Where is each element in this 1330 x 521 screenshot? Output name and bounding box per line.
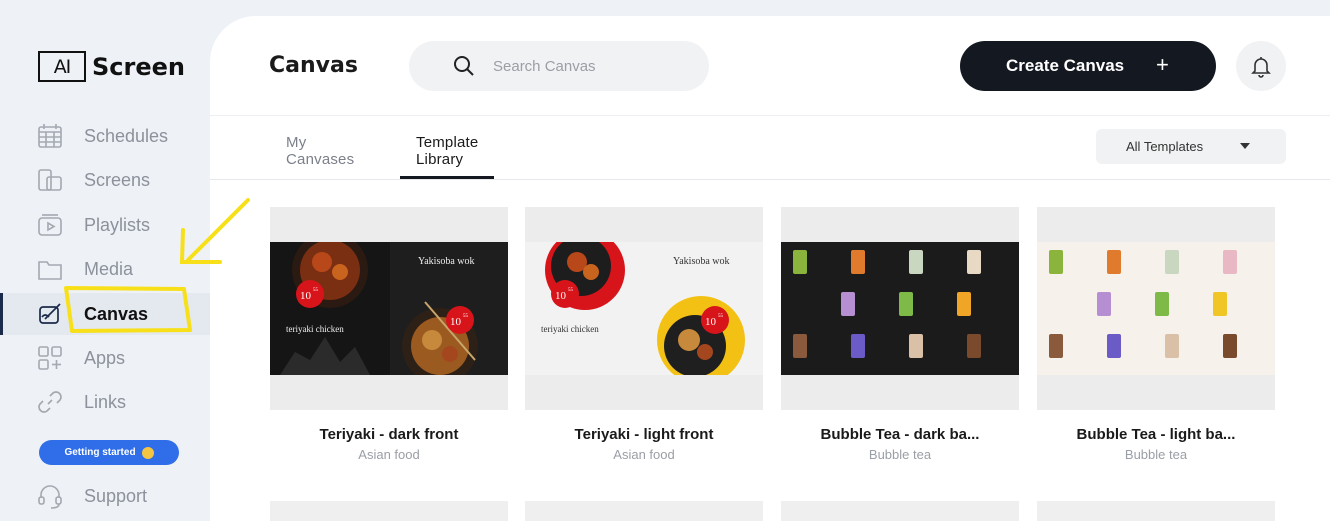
template-card-placeholder — [781, 501, 1019, 521]
chevron-down-icon — [1240, 143, 1250, 149]
sidebar-item-apps[interactable]: Apps — [0, 337, 210, 379]
header-divider — [210, 115, 1330, 116]
template-title: Bubble Tea - light ba... — [1076, 426, 1236, 443]
sidebar-item-label: Apps — [84, 347, 126, 368]
price-cents: 55 — [568, 288, 574, 293]
screens-icon — [38, 169, 62, 191]
getting-started-button[interactable]: Getting started — [39, 440, 179, 465]
price-label: 10 — [555, 290, 567, 302]
price-cents: 55 — [463, 314, 469, 319]
price-cents: 55 — [718, 314, 724, 319]
search-icon — [454, 56, 474, 76]
calendar-icon — [38, 124, 62, 148]
search-bar[interactable] — [409, 41, 709, 91]
price-cents: 55 — [313, 288, 319, 293]
bell-icon — [1251, 57, 1271, 78]
template-card-placeholder — [270, 501, 508, 521]
template-subheading: teriyaki chicken — [286, 324, 344, 334]
create-canvas-label: Create Canvas — [1006, 56, 1125, 75]
template-filter-dropdown[interactable]: All Templates — [1096, 129, 1286, 164]
app-logo[interactable]: AI Screen — [38, 51, 185, 82]
sidebar-item-schedules[interactable]: Schedules — [0, 115, 210, 157]
plus-icon: + — [1156, 52, 1169, 77]
price-label: 10 — [300, 290, 312, 302]
template-category: Bubble tea — [1124, 447, 1188, 462]
sidebar-item-label: Screens — [84, 169, 151, 190]
template-card[interactable]: Bubble Tea - dark ba... Bubble tea — [781, 207, 1019, 483]
template-category: Bubble tea — [868, 447, 932, 462]
sidebar-item-canvas[interactable]: Canvas — [0, 293, 210, 335]
template-title: Bubble Tea - dark ba... — [820, 426, 980, 443]
sidebar-item-playlists[interactable]: Playlists — [0, 204, 210, 246]
template-preview-image: Yakisoba wok teriyaki chicken 10 55 10 5… — [525, 242, 763, 375]
sidebar-item-media[interactable]: Media — [0, 248, 210, 290]
wave-icon — [141, 446, 154, 459]
template-category: Asian food — [358, 447, 420, 462]
sidebar-item-links[interactable]: Links — [0, 381, 210, 423]
folder-icon — [38, 261, 62, 280]
tab-template-library[interactable]: Template Library — [399, 124, 496, 179]
template-heading: Yakisoba wok — [673, 256, 730, 267]
template-title: Teriyaki - dark front — [319, 426, 459, 443]
tabs-divider — [210, 179, 1330, 180]
template-preview-image — [1037, 242, 1275, 375]
template-heading: Yakisoba wok — [418, 256, 475, 267]
template-card[interactable]: Bubble Tea - light ba... Bubble tea — [1037, 207, 1275, 483]
logo-mark: AI — [38, 51, 86, 82]
support-link[interactable]: Support — [0, 476, 210, 516]
sidebar-item-screens[interactable]: Screens — [0, 159, 210, 201]
apps-icon — [38, 346, 62, 370]
getting-started-label: Getting started — [64, 447, 136, 458]
template-category: Asian food — [613, 447, 675, 462]
template-title: Teriyaki - light front — [574, 426, 714, 443]
page-title: Canvas — [269, 53, 358, 78]
template-preview-image — [781, 242, 1019, 375]
template-card[interactable]: Yakisoba wok teriyaki chicken 10 55 10 5… — [525, 207, 763, 483]
template-preview-image: Yakisoba wok teriyaki chicken 10 55 10 5… — [270, 242, 508, 375]
template-card[interactable]: Yakisoba wok teriyaki chicken 10 55 10 5… — [270, 207, 508, 483]
template-card-placeholder — [525, 501, 763, 521]
notifications-button[interactable] — [1236, 41, 1286, 91]
price-label: 10 — [705, 316, 717, 328]
canvas-icon — [39, 303, 61, 324]
logo-text: Screen — [92, 52, 185, 81]
create-canvas-button[interactable]: Create Canvas + — [960, 41, 1216, 91]
tab-my-canvases[interactable]: My Canvases — [286, 124, 354, 178]
search-input[interactable] — [493, 53, 693, 79]
sidebar-item-label: Media — [84, 258, 134, 279]
price-label: 10 — [450, 316, 462, 328]
template-subheading: teriyaki chicken — [541, 324, 599, 334]
headset-icon — [38, 485, 62, 509]
sidebar-item-label: Schedules — [84, 125, 169, 146]
sidebar-item-label: Canvas — [84, 303, 149, 324]
sidebar-item-label: Links — [84, 391, 127, 412]
main-panel: Canvas Create Canvas + My Canvases Templ… — [210, 16, 1330, 521]
sidebar: AI Screen Schedules Screens Playlists Me… — [0, 0, 210, 521]
support-label: Support — [84, 485, 148, 506]
playlist-icon — [38, 214, 62, 236]
template-card-placeholder — [1037, 501, 1275, 521]
link-icon — [38, 391, 62, 413]
sidebar-item-label: Playlists — [84, 214, 151, 235]
filter-selected-value: All Templates — [1126, 139, 1204, 154]
